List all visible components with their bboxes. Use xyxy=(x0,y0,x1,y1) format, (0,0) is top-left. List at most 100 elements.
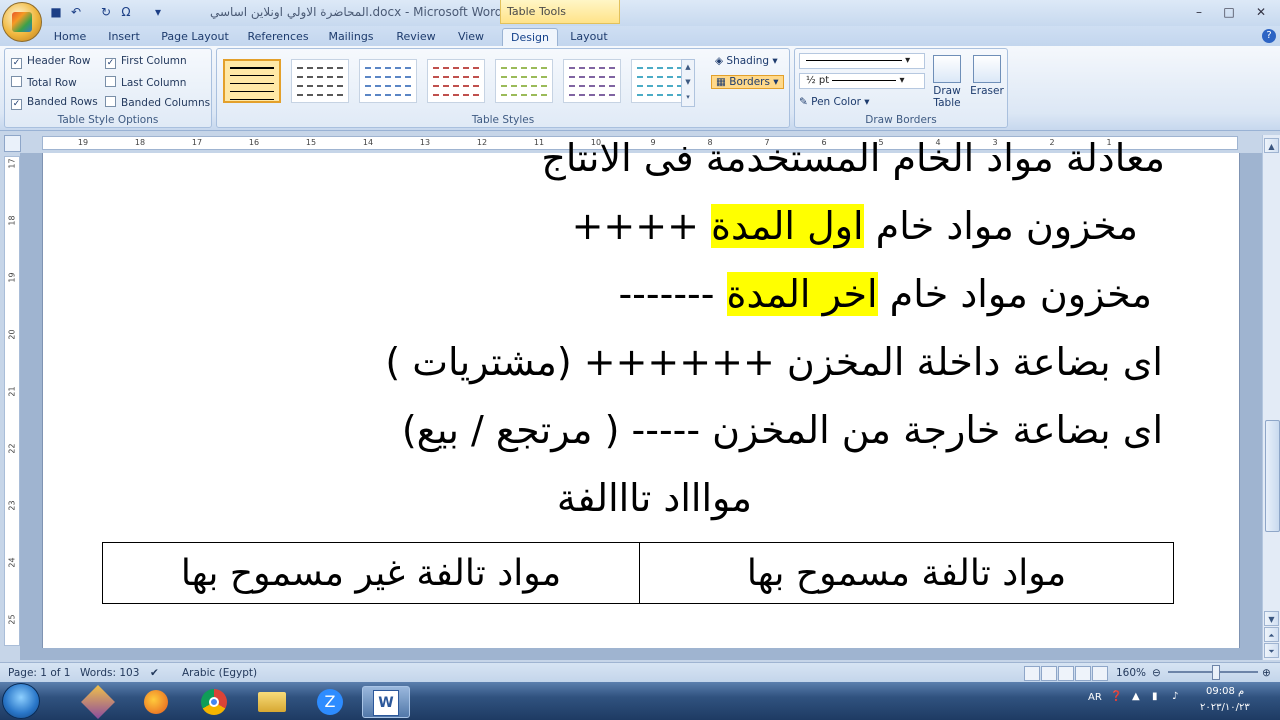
redo-icon[interactable]: ↻ xyxy=(98,4,114,20)
doc-line-heading: معادلة مواد الخام المستخدمة فى الانتاج xyxy=(541,136,1165,180)
banded-rows-option[interactable]: ✓ Banded Rows xyxy=(11,96,98,110)
tab-selector-icon[interactable] xyxy=(4,135,21,152)
table-style-swatch[interactable] xyxy=(291,59,349,103)
draw-table-button[interactable]: Draw Table xyxy=(927,55,967,109)
first-column-option[interactable]: ✓ First Column xyxy=(105,55,187,69)
undo-icon[interactable]: ↶ xyxy=(68,4,84,20)
borders-icon: ▦ xyxy=(716,76,730,88)
start-button-icon[interactable] xyxy=(2,683,40,719)
chrome-icon[interactable] xyxy=(190,686,238,718)
tab-mailings[interactable]: Mailings xyxy=(323,28,379,46)
checkbox-icon[interactable] xyxy=(105,76,116,87)
zoom-level[interactable]: 160% xyxy=(1116,667,1146,679)
vertical-ruler[interactable]: 17 18 19 20 21 22 23 24 25 xyxy=(4,156,20,646)
doc-line-1: مخزون مواد خام اول المدة ++++ xyxy=(571,204,1138,248)
scroll-up-icon[interactable]: ▲ xyxy=(1264,138,1279,153)
full-screen-reading-icon[interactable] xyxy=(1041,666,1057,681)
ruler-number: 25 xyxy=(7,614,17,625)
line-style-combo[interactable]: ▾ xyxy=(799,53,925,69)
minimize-icon[interactable]: – xyxy=(1186,3,1212,21)
table-style-swatch[interactable] xyxy=(427,59,485,103)
close-icon[interactable]: ✕ xyxy=(1248,3,1274,21)
ruler-number: 18 xyxy=(134,138,146,147)
total-row-option[interactable]: Total Row xyxy=(11,76,77,89)
table-style-swatch[interactable] xyxy=(563,59,621,103)
ruler-number: 18 xyxy=(7,215,17,226)
checkbox-icon[interactable] xyxy=(11,76,22,87)
highlighted-text: اول المدة xyxy=(711,204,864,248)
input-language[interactable]: AR xyxy=(1088,692,1102,703)
tab-home[interactable]: Home xyxy=(48,28,92,46)
table-cell[interactable]: مواد تالفة غير مسموح بها xyxy=(103,543,639,603)
help-tray-icon[interactable]: ❓ xyxy=(1110,691,1122,702)
tab-insert[interactable]: Insert xyxy=(101,28,147,46)
proofing-icon[interactable]: ✔ xyxy=(150,667,159,679)
tab-page-layout[interactable]: Page Layout xyxy=(158,28,232,46)
banded-columns-option[interactable]: Banded Columns xyxy=(105,96,210,109)
volume-icon[interactable]: ♪ xyxy=(1172,691,1178,702)
table-style-swatch[interactable] xyxy=(495,59,553,103)
language-indicator[interactable]: Arabic (Egypt) xyxy=(182,667,257,679)
scroll-down-icon[interactable]: ▼ xyxy=(1264,611,1279,626)
table-style-swatch[interactable] xyxy=(359,59,417,103)
zoom-slider-thumb[interactable] xyxy=(1212,665,1220,680)
doc-line-4: اى بضاعة خارجة من المخزن ----- ( مرتجع /… xyxy=(401,408,1163,452)
gallery-scroll-icon[interactable]: ▲ ▼ ▾ xyxy=(681,59,695,107)
document-table[interactable]: مواد تالفة غير مسموح بها مواد تالفة مسمو… xyxy=(102,542,1174,604)
draft-icon[interactable] xyxy=(1092,666,1108,681)
line-weight-combo[interactable]: ½ pt ▾ xyxy=(799,73,925,89)
firefox-icon[interactable] xyxy=(132,686,180,718)
office-button[interactable] xyxy=(2,2,42,42)
winrar-icon[interactable] xyxy=(74,685,122,719)
table-style-options-group: ✓ Header Row ✓ First Column Total Row Last… xyxy=(4,48,212,128)
shading-button[interactable]: ◈ Shading ▾ xyxy=(715,55,778,67)
ruler-number: 20 xyxy=(7,329,17,340)
checkbox-icon[interactable] xyxy=(105,96,116,107)
customize-icon[interactable]: ▾ xyxy=(150,4,166,20)
ruler-number: 12 xyxy=(476,138,488,147)
word-icon[interactable]: W xyxy=(362,686,410,718)
save-icon[interactable]: ■ xyxy=(48,4,64,20)
print-layout-icon[interactable] xyxy=(1024,666,1040,681)
ruler-number: 19 xyxy=(7,272,17,283)
vertical-scrollbar[interactable]: ▲ ▼ ⏶ ⏷ xyxy=(1262,135,1280,660)
tab-view[interactable]: View xyxy=(451,28,491,46)
eraser-button[interactable]: Eraser xyxy=(967,55,1007,97)
zoom-icon[interactable]: Z xyxy=(306,686,354,718)
maximize-icon[interactable]: □ xyxy=(1216,3,1242,21)
explorer-icon[interactable] xyxy=(248,686,296,718)
network-icon[interactable]: ▮ xyxy=(1152,691,1158,702)
next-page-icon[interactable]: ⏷ xyxy=(1264,643,1279,658)
ruler-number: 22 xyxy=(7,443,17,454)
scroll-thumb[interactable] xyxy=(1265,420,1280,532)
table-tools-label: Table Tools xyxy=(500,0,620,24)
header-row-option[interactable]: ✓ Header Row xyxy=(11,55,90,69)
paint-bucket-icon: ◈ xyxy=(715,55,727,67)
tab-design[interactable]: Design xyxy=(502,28,558,47)
window-title: المحاضرة الاولي اونلاين اساسي.docx - Mic… xyxy=(210,5,503,19)
zoom-in-icon[interactable]: ⊕ xyxy=(1262,667,1271,679)
page-count[interactable]: Page: 1 of 1 xyxy=(8,667,70,679)
tab-review[interactable]: Review xyxy=(391,28,441,46)
web-layout-icon[interactable] xyxy=(1058,666,1074,681)
previous-page-icon[interactable]: ⏶ xyxy=(1264,627,1279,642)
table-style-swatch[interactable] xyxy=(223,59,281,103)
word-count[interactable]: Words: 103 xyxy=(80,667,139,679)
tray-expand-icon[interactable]: ▲ xyxy=(1132,691,1140,702)
help-icon[interactable]: ? xyxy=(1262,29,1276,43)
clock-date[interactable]: ٢٠٢٣/١٠/٢٣ xyxy=(1200,702,1250,713)
pen-color-button[interactable]: ✎ Pen Color ▾ xyxy=(799,96,870,108)
last-column-option[interactable]: Last Column xyxy=(105,76,186,89)
zoom-out-icon[interactable]: ⊖ xyxy=(1152,667,1161,679)
checkbox-checked-icon[interactable]: ✓ xyxy=(11,99,22,110)
checkbox-checked-icon[interactable]: ✓ xyxy=(11,58,22,69)
borders-button[interactable]: ▦ Borders ▾ xyxy=(711,75,784,89)
clock-time[interactable]: 09:08 م xyxy=(1206,686,1244,697)
checkbox-checked-icon[interactable]: ✓ xyxy=(105,58,116,69)
omega-icon[interactable]: Ω xyxy=(118,4,134,20)
table-cell[interactable]: مواد تالفة مسموح بها xyxy=(639,543,1173,603)
doc-line-2: مخزون مواد خام اخر المدة ------- xyxy=(618,272,1152,316)
tab-layout[interactable]: Layout xyxy=(566,28,612,46)
outline-icon[interactable] xyxy=(1075,666,1091,681)
tab-references[interactable]: References xyxy=(243,28,313,46)
